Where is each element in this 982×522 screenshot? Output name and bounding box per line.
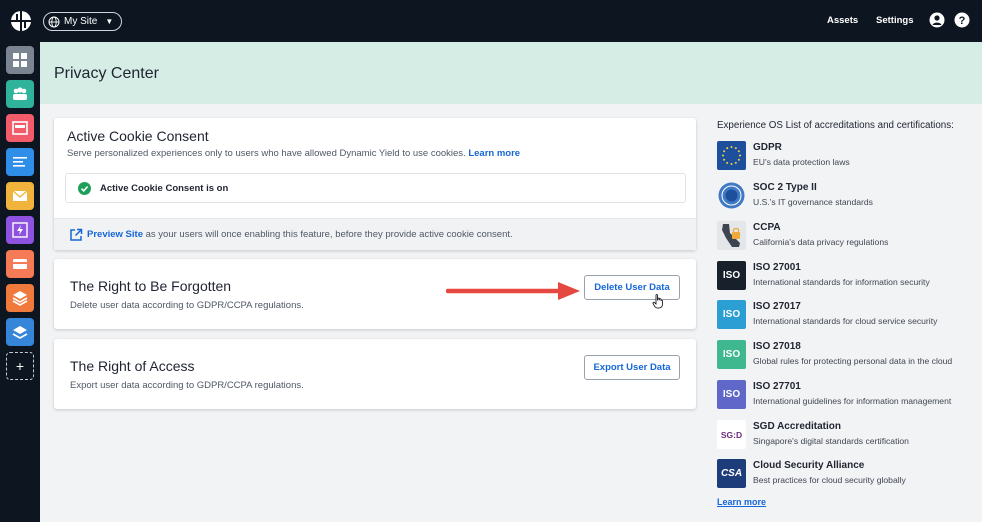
- assets-link[interactable]: Assets: [827, 15, 858, 26]
- preview-site-description: as your users will once enabling this fe…: [145, 229, 513, 240]
- right-of-access-card: The Right of Access Export user data acc…: [54, 339, 696, 409]
- accreditation-gdpr: GDPR EU's data protection laws: [717, 141, 977, 173]
- sgd-icon: SG:D: [717, 420, 746, 449]
- rail-web-personalization[interactable]: [6, 114, 34, 142]
- preview-site-link[interactable]: Preview Site: [87, 229, 143, 240]
- cookie-consent-card: Active Cookie Consent Serve personalized…: [54, 118, 696, 250]
- rail-recommendations[interactable]: [6, 148, 34, 176]
- left-nav-rail: +: [0, 42, 40, 522]
- accreditation-description: Singapore's digital standards certificat…: [753, 436, 909, 446]
- globe-icon: [48, 16, 60, 27]
- layers-icon: [12, 326, 28, 339]
- iso-icon: ISO: [717, 380, 746, 409]
- accreditation-description: U.S.'s IT governance standards: [753, 197, 873, 207]
- right-to-be-forgotten-description: Delete user data according to GDPR/CCPA …: [70, 300, 304, 311]
- layout-icon: [12, 121, 28, 135]
- stack-icon: [12, 291, 28, 306]
- accreditation-name: CCPA: [753, 222, 781, 233]
- accreditation-name: ISO 27701: [753, 381, 801, 392]
- rail-triggers[interactable]: [6, 216, 34, 244]
- accreditation-description: Best practices for cloud security global…: [753, 475, 906, 485]
- accreditation-name: SGD Accreditation: [753, 421, 841, 432]
- check-circle-icon: [78, 182, 91, 195]
- svg-text:?: ?: [959, 15, 966, 27]
- cookie-consent-status-box: Active Cookie Consent is on: [65, 173, 686, 203]
- help-icon[interactable]: ?: [954, 12, 970, 28]
- list-lines-icon: [13, 157, 27, 167]
- iso-icon: ISO: [717, 340, 746, 369]
- user-account-icon[interactable]: [929, 12, 945, 28]
- right-of-access-title: The Right of Access: [70, 358, 195, 374]
- top-bar: My Site ▼ Assets Settings ?: [0, 0, 982, 42]
- csa-icon: CSA: [717, 459, 746, 488]
- accreditation-soc2: SOC 2 Type II U.S.'s IT governance stand…: [717, 181, 977, 213]
- export-user-data-button[interactable]: Export User Data: [584, 355, 680, 380]
- cookie-consent-description: Serve personalized experiences only to u…: [67, 148, 520, 159]
- add-icon[interactable]: +: [6, 352, 34, 380]
- rail-audiences[interactable]: [6, 80, 34, 108]
- envelope-icon: [12, 190, 28, 201]
- audience-icon: [13, 87, 27, 100]
- hand-pointer-cursor-icon: [652, 294, 663, 309]
- delete-user-data-button[interactable]: Delete User Data: [584, 275, 680, 300]
- eu-flag-icon: [717, 141, 746, 170]
- right-to-be-forgotten-title: The Right to Be Forgotten: [70, 278, 232, 294]
- accreditation-description: EU's data protection laws: [753, 157, 850, 167]
- accreditation-iso-27018: ISO ISO 27018 Global rules for protectin…: [717, 340, 977, 372]
- dynamic-yield-logo-icon[interactable]: [10, 10, 32, 32]
- accreditation-description: California's data privacy regulations: [753, 237, 889, 247]
- rail-experiences[interactable]: [6, 284, 34, 312]
- preview-site-bar: Preview Site as your users will once ena…: [54, 218, 696, 250]
- preview-site-text: Preview Site as your users will once ena…: [87, 229, 513, 240]
- right-to-be-forgotten-card: The Right to Be Forgotten Delete user da…: [54, 259, 696, 329]
- settings-link[interactable]: Settings: [876, 15, 913, 26]
- card-icon: [13, 259, 27, 269]
- accreditation-name: SOC 2 Type II: [753, 182, 817, 193]
- cookie-consent-learn-more-link[interactable]: Learn more: [468, 148, 520, 159]
- accreditation-csa: CSA Cloud Security Alliance Best practic…: [717, 459, 977, 491]
- accreditation-name: ISO 27001: [753, 262, 801, 273]
- accreditations-intro: Experience OS List of accreditations and…: [717, 120, 954, 131]
- red-arrow-annotation: [446, 282, 580, 300]
- site-selector[interactable]: My Site ▼: [43, 12, 122, 31]
- site-selector-label: My Site: [64, 16, 98, 27]
- rail-ads[interactable]: [6, 250, 34, 278]
- chevron-down-icon: ▼: [105, 17, 114, 26]
- right-of-access-description: Export user data according to GDPR/CCPA …: [70, 380, 304, 391]
- rail-dashboard[interactable]: [6, 46, 34, 74]
- accreditation-name: Cloud Security Alliance: [753, 460, 865, 471]
- lightning-icon: [12, 222, 28, 238]
- accreditation-name: ISO 27017: [753, 301, 801, 312]
- external-link-icon[interactable]: [69, 228, 83, 242]
- aicpa-soc-icon: [717, 181, 746, 210]
- cookie-consent-description-text: Serve personalized experiences only to u…: [67, 148, 466, 159]
- iso-icon: ISO: [717, 261, 746, 290]
- iso-icon: ISO: [717, 300, 746, 329]
- rail-email[interactable]: [6, 182, 34, 210]
- accreditation-description: International guidelines for information…: [753, 396, 952, 406]
- accreditation-description: International standards for cloud servic…: [753, 316, 938, 326]
- page-header: Privacy Center: [40, 42, 982, 104]
- accreditation-iso-27701: ISO ISO 27701 International guidelines f…: [717, 380, 977, 412]
- rail-assets[interactable]: [6, 318, 34, 346]
- accreditation-iso-27001: ISO ISO 27001 International standards fo…: [717, 261, 977, 293]
- accreditation-description: International standards for information …: [753, 277, 930, 287]
- grid-icon: [13, 53, 27, 67]
- accreditations-learn-more-link[interactable]: Learn more: [717, 497, 766, 507]
- accreditation-iso-27017: ISO ISO 27017 International standards fo…: [717, 300, 977, 332]
- accreditation-name: ISO 27018: [753, 341, 801, 352]
- accreditation-sgd: SG:D SGD Accreditation Singapore's digit…: [717, 420, 977, 452]
- accreditation-description: Global rules for protecting personal dat…: [753, 356, 953, 366]
- cookie-consent-title: Active Cookie Consent: [67, 128, 209, 144]
- accreditation-name: GDPR: [753, 142, 782, 153]
- california-lock-icon: [717, 221, 746, 250]
- accreditation-ccpa: CCPA California's data privacy regulatio…: [717, 221, 977, 253]
- cookie-consent-status: Active Cookie Consent is on: [100, 183, 229, 194]
- page-title: Privacy Center: [54, 65, 159, 82]
